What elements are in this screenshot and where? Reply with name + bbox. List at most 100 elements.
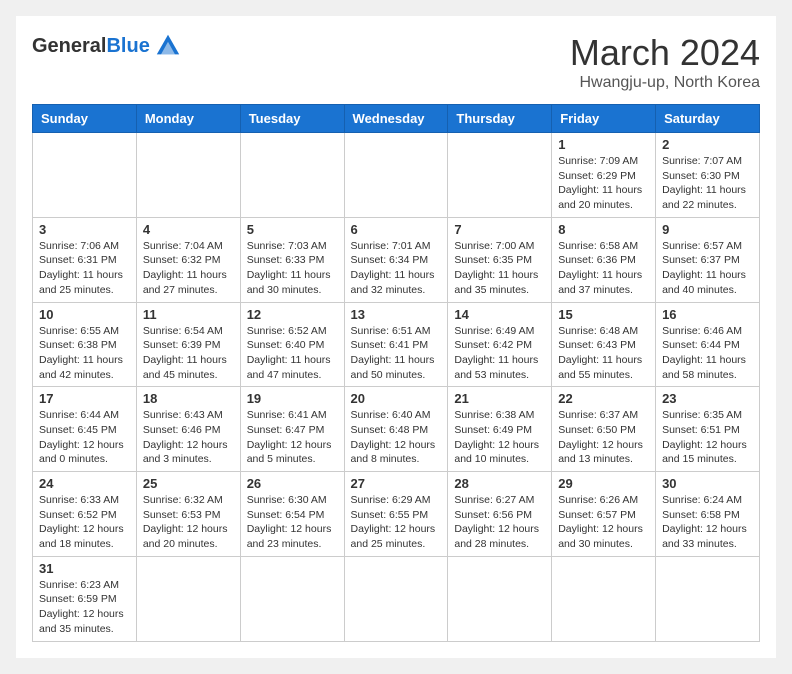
calendar-cell (344, 556, 448, 641)
day-info: Sunrise: 7:01 AM Sunset: 6:34 PM Dayligh… (351, 239, 442, 298)
calendar-cell: 14Sunrise: 6:49 AM Sunset: 6:42 PM Dayli… (448, 302, 552, 387)
day-number: 26 (247, 476, 338, 491)
day-number: 10 (39, 307, 130, 322)
day-info: Sunrise: 7:04 AM Sunset: 6:32 PM Dayligh… (143, 239, 234, 298)
calendar-week-row: 31 Sunrise: 6:23 AM Sunset: 6:59 PM Dayli… (33, 556, 760, 641)
day-info: Sunrise: 7:00 AM Sunset: 6:35 PM Dayligh… (454, 239, 545, 298)
header: General Blue March 2024 Hwangju-up, Nort… (32, 32, 760, 92)
day-number: 23 (662, 391, 753, 406)
calendar-cell: 16 Sunrise: 6:46 AM Sunset: 6:44 PM Dayli… (656, 302, 760, 387)
header-saturday: Saturday (656, 105, 760, 133)
calendar-cell: 1Sunrise: 7:09 AM Sunset: 6:29 PM Daylig… (552, 133, 656, 218)
day-info: Sunrise: 6:29 AM Sunset: 6:55 PM Dayligh… (351, 493, 442, 552)
day-number: 27 (351, 476, 442, 491)
day-number: 11 (143, 307, 234, 322)
day-number: 5 (247, 222, 338, 237)
calendar-week-row: 3 Sunrise: 7:06 AM Sunset: 6:31 PM Daylig… (33, 217, 760, 302)
calendar-cell: 4 Sunrise: 7:04 AM Sunset: 6:32 PM Daylig… (136, 217, 240, 302)
day-info: Sunrise: 6:41 AM Sunset: 6:47 PM Dayligh… (247, 408, 338, 467)
day-info: Sunrise: 7:07 AM Sunset: 6:30 PM Dayligh… (662, 154, 753, 213)
day-number: 31 (39, 561, 130, 576)
day-number: 21 (454, 391, 545, 406)
day-info: Sunrise: 6:26 AM Sunset: 6:57 PM Dayligh… (558, 493, 649, 552)
day-number: 15 (558, 307, 649, 322)
subtitle: Hwangju-up, North Korea (570, 74, 760, 92)
calendar-cell: 13 Sunrise: 6:51 AM Sunset: 6:41 PM Dayli… (344, 302, 448, 387)
calendar-cell: 11 Sunrise: 6:54 AM Sunset: 6:39 PM Dayli… (136, 302, 240, 387)
calendar-cell: 20 Sunrise: 6:40 AM Sunset: 6:48 PM Dayli… (344, 387, 448, 472)
day-number: 16 (662, 307, 753, 322)
calendar-cell (448, 133, 552, 218)
day-info: Sunrise: 6:23 AM Sunset: 6:59 PM Dayligh… (39, 578, 130, 637)
calendar-cell: 21 Sunrise: 6:38 AM Sunset: 6:49 PM Dayli… (448, 387, 552, 472)
header-monday: Monday (136, 105, 240, 133)
day-number: 22 (558, 391, 649, 406)
day-number: 30 (662, 476, 753, 491)
calendar-cell: 12 Sunrise: 6:52 AM Sunset: 6:40 PM Dayli… (240, 302, 344, 387)
calendar-cell: 15 Sunrise: 6:48 AM Sunset: 6:43 PM Dayli… (552, 302, 656, 387)
day-number: 14 (454, 307, 545, 322)
header-thursday: Thursday (448, 105, 552, 133)
day-number: 13 (351, 307, 442, 322)
day-number: 7 (454, 222, 545, 237)
day-number: 9 (662, 222, 753, 237)
day-info: Sunrise: 6:40 AM Sunset: 6:48 PM Dayligh… (351, 408, 442, 467)
header-tuesday: Tuesday (240, 105, 344, 133)
calendar-cell: 7 Sunrise: 7:00 AM Sunset: 6:35 PM Daylig… (448, 217, 552, 302)
calendar-header-row: SundayMondayTuesdayWednesdayThursdayFrid… (33, 105, 760, 133)
calendar-cell: 8 Sunrise: 6:58 AM Sunset: 6:36 PM Daylig… (552, 217, 656, 302)
calendar-cell: 6Sunrise: 7:01 AM Sunset: 6:34 PM Daylig… (344, 217, 448, 302)
day-info: Sunrise: 7:06 AM Sunset: 6:31 PM Dayligh… (39, 239, 130, 298)
day-info: Sunrise: 6:24 AM Sunset: 6:58 PM Dayligh… (662, 493, 753, 552)
calendar-week-row: 17Sunrise: 6:44 AM Sunset: 6:45 PM Dayli… (33, 387, 760, 472)
logo: General Blue (32, 32, 182, 60)
day-info: Sunrise: 6:43 AM Sunset: 6:46 PM Dayligh… (143, 408, 234, 467)
calendar-cell: 28 Sunrise: 6:27 AM Sunset: 6:56 PM Dayli… (448, 472, 552, 557)
day-info: Sunrise: 6:55 AM Sunset: 6:38 PM Dayligh… (39, 324, 130, 383)
day-number: 3 (39, 222, 130, 237)
calendar-cell: 10 Sunrise: 6:55 AM Sunset: 6:38 PM Dayli… (33, 302, 137, 387)
calendar-cell (344, 133, 448, 218)
calendar-cell: 25Sunrise: 6:32 AM Sunset: 6:53 PM Dayli… (136, 472, 240, 557)
day-number: 1 (558, 137, 649, 152)
day-info: Sunrise: 7:03 AM Sunset: 6:33 PM Dayligh… (247, 239, 338, 298)
day-info: Sunrise: 6:52 AM Sunset: 6:40 PM Dayligh… (247, 324, 338, 383)
header-sunday: Sunday (33, 105, 137, 133)
day-info: Sunrise: 6:30 AM Sunset: 6:54 PM Dayligh… (247, 493, 338, 552)
day-info: Sunrise: 6:48 AM Sunset: 6:43 PM Dayligh… (558, 324, 649, 383)
day-number: 19 (247, 391, 338, 406)
calendar-cell (552, 556, 656, 641)
day-info: Sunrise: 6:54 AM Sunset: 6:39 PM Dayligh… (143, 324, 234, 383)
calendar-cell (240, 133, 344, 218)
day-info: Sunrise: 6:58 AM Sunset: 6:36 PM Dayligh… (558, 239, 649, 298)
day-number: 29 (558, 476, 649, 491)
day-number: 2 (662, 137, 753, 152)
day-number: 17 (39, 391, 130, 406)
calendar-cell: 29 Sunrise: 6:26 AM Sunset: 6:57 PM Dayli… (552, 472, 656, 557)
calendar-cell (656, 556, 760, 641)
day-number: 4 (143, 222, 234, 237)
calendar-cell: 27 Sunrise: 6:29 AM Sunset: 6:55 PM Dayli… (344, 472, 448, 557)
day-info: Sunrise: 6:51 AM Sunset: 6:41 PM Dayligh… (351, 324, 442, 383)
day-info: Sunrise: 6:32 AM Sunset: 6:53 PM Dayligh… (143, 493, 234, 552)
calendar-cell: 2 Sunrise: 7:07 AM Sunset: 6:30 PM Daylig… (656, 133, 760, 218)
calendar-cell: 22 Sunrise: 6:37 AM Sunset: 6:50 PM Dayli… (552, 387, 656, 472)
day-info: Sunrise: 6:37 AM Sunset: 6:50 PM Dayligh… (558, 408, 649, 467)
calendar-cell: 17Sunrise: 6:44 AM Sunset: 6:45 PM Dayli… (33, 387, 137, 472)
day-number: 24 (39, 476, 130, 491)
day-number: 20 (351, 391, 442, 406)
day-info: Sunrise: 6:46 AM Sunset: 6:44 PM Dayligh… (662, 324, 753, 383)
day-number: 8 (558, 222, 649, 237)
calendar-cell (136, 556, 240, 641)
calendar-week-row: 24 Sunrise: 6:33 AM Sunset: 6:52 PM Dayli… (33, 472, 760, 557)
logo-general-text: General (32, 35, 106, 58)
calendar-cell: 18Sunrise: 6:43 AM Sunset: 6:46 PM Dayli… (136, 387, 240, 472)
day-info: Sunrise: 6:57 AM Sunset: 6:37 PM Dayligh… (662, 239, 753, 298)
day-info: Sunrise: 6:38 AM Sunset: 6:49 PM Dayligh… (454, 408, 545, 467)
day-info: Sunrise: 6:27 AM Sunset: 6:56 PM Dayligh… (454, 493, 545, 552)
day-number: 28 (454, 476, 545, 491)
calendar-week-row: 1Sunrise: 7:09 AM Sunset: 6:29 PM Daylig… (33, 133, 760, 218)
day-info: Sunrise: 6:33 AM Sunset: 6:52 PM Dayligh… (39, 493, 130, 552)
logo-blue-text: Blue (106, 35, 149, 58)
day-number: 12 (247, 307, 338, 322)
